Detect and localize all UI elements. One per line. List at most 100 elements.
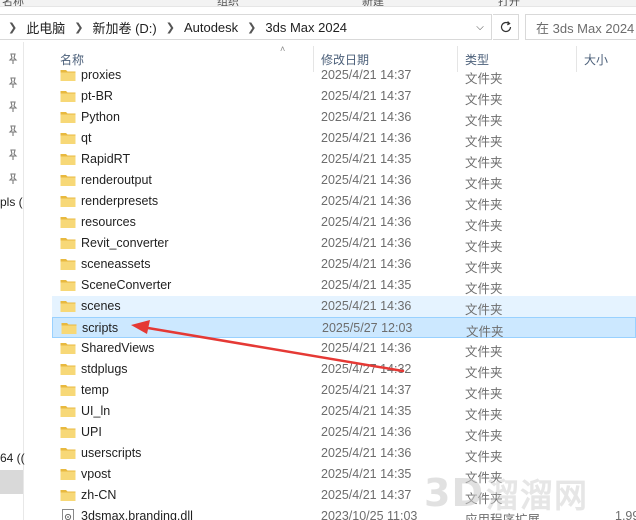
file-date: 2025/4/21 14:36 [321, 425, 412, 439]
pin-icon[interactable] [7, 173, 19, 185]
file-name[interactable]: renderpresets [81, 194, 158, 208]
file-name[interactable]: 3dsmax.branding.dll [81, 509, 193, 520]
file-row[interactable]: userscripts 2025/4/21 14:36 文件夹 [52, 443, 636, 464]
file-date: 2025/4/21 14:36 [321, 110, 412, 124]
file-row[interactable]: sceneassets 2025/4/21 14:36 文件夹 [52, 254, 636, 275]
pin-icon[interactable] [7, 149, 19, 161]
file-row[interactable]: Revit_converter 2025/4/21 14:36 文件夹 [52, 233, 636, 254]
file-name[interactable]: sceneassets [81, 257, 150, 271]
folder-icon [60, 490, 76, 501]
file-name[interactable]: scripts [82, 321, 118, 335]
file-name[interactable]: vpost [81, 467, 111, 481]
breadcrumb-autodesk[interactable]: Autodesk [184, 20, 238, 35]
file-name[interactable]: SharedViews [81, 341, 154, 355]
chevron-down-icon[interactable]: ⌵ [471, 18, 489, 36]
file-row[interactable]: qt 2025/4/21 14:36 文件夹 [52, 128, 636, 149]
file-type: 文件夹 [465, 156, 503, 170]
chevron-right-icon[interactable]: ❯ [247, 21, 256, 34]
pin-icon[interactable] [7, 101, 19, 113]
pin-icon[interactable] [7, 125, 19, 137]
refresh-button[interactable] [493, 14, 519, 40]
file-date: 2025/4/21 14:35 [321, 467, 412, 481]
folder-icon [60, 364, 76, 375]
file-row[interactable]: SharedViews 2025/4/21 14:36 文件夹 [52, 338, 636, 359]
file-name[interactable]: qt [81, 131, 91, 145]
breadcrumb-drive-d[interactable]: 新加卷 (D:) [92, 18, 156, 37]
breadcrumb-this-pc[interactable]: 此电脑 [26, 18, 65, 37]
chevron-right-icon[interactable]: ❯ [74, 21, 83, 34]
address-bar[interactable]: ❯ 此电脑 ❯ 新加卷 (D:) ❯ Autodesk ❯ 3ds Max 20… [0, 14, 492, 40]
folder-icon [60, 385, 76, 396]
file-name[interactable]: renderoutput [81, 173, 152, 187]
file-name[interactable]: SceneConverter [81, 278, 171, 292]
watermark: 3D 溜溜网 [424, 470, 636, 516]
folder-icon [60, 343, 76, 354]
file-type: 文件夹 [465, 198, 503, 212]
file-row[interactable]: proxies 2025/4/21 14:37 文件夹 [52, 65, 636, 86]
file-date: 2025/5/27 12:03 [322, 321, 413, 335]
breadcrumb-3dsmax-2024[interactable]: 3ds Max 2024 [265, 20, 347, 35]
nav-selected-item[interactable] [0, 470, 23, 494]
file-type: 文件夹 [465, 303, 503, 317]
file-row[interactable]: stdplugs 2025/4/27 14:32 文件夹 [52, 359, 636, 380]
file-name[interactable]: zh-CN [81, 488, 116, 502]
file-date: 2025/4/21 14:36 [321, 173, 412, 187]
file-row[interactable]: SceneConverter 2025/4/21 14:35 文件夹 [52, 275, 636, 296]
file-date: 2025/4/21 14:36 [321, 299, 412, 313]
file-name[interactable]: UI_ln [81, 404, 110, 418]
folder-icon [60, 175, 76, 186]
file-name[interactable]: UPI [81, 425, 102, 439]
file-type: 文件夹 [465, 135, 503, 149]
nav-item-fragment[interactable]: 64 (( [0, 451, 25, 465]
chevron-right-icon[interactable]: ❯ [8, 21, 17, 34]
folder-icon [60, 154, 76, 165]
file-type: 文件夹 [465, 114, 503, 128]
file-list[interactable]: proxies 2025/4/21 14:37 文件夹 pt-BR 2025/4/21 … [52, 64, 636, 520]
folder-icon [60, 112, 76, 123]
file-name[interactable]: stdplugs [81, 362, 128, 376]
file-name[interactable]: RapidRT [81, 152, 130, 166]
file-row[interactable]: scripts 2025/5/27 12:03 文件夹 [52, 317, 636, 339]
file-name[interactable]: resources [81, 215, 136, 229]
file-date: 2025/4/27 14:32 [321, 362, 412, 376]
file-row[interactable]: renderoutput 2025/4/21 14:36 文件夹 [52, 170, 636, 191]
pin-icon[interactable] [7, 77, 19, 89]
file-row[interactable]: pt-BR 2025/4/21 14:37 文件夹 [52, 86, 636, 107]
file-date: 2025/4/21 14:35 [321, 278, 412, 292]
file-date: 2025/4/21 14:36 [321, 341, 412, 355]
file-name[interactable]: Python [81, 110, 120, 124]
nav-item-fragment[interactable]: pls ( [0, 195, 23, 209]
file-date: 2025/4/21 14:35 [321, 152, 412, 166]
file-row[interactable]: scenes 2025/4/21 14:36 文件夹 [52, 296, 636, 317]
file-row[interactable]: temp 2025/4/21 14:37 文件夹 [52, 380, 636, 401]
watermark-logo: 3D [424, 471, 484, 515]
file-name[interactable]: Revit_converter [81, 236, 169, 250]
navigation-pane[interactable]: pls ( 64 (( [0, 42, 25, 520]
file-date: 2025/4/21 14:35 [321, 404, 412, 418]
folder-icon [60, 280, 76, 291]
chevron-right-icon[interactable]: ❯ [166, 21, 175, 34]
file-type: 文件夹 [465, 261, 503, 275]
file-name[interactable]: userscripts [81, 446, 141, 460]
file-row[interactable]: UPI 2025/4/21 14:36 文件夹 [52, 422, 636, 443]
file-date: 2025/4/21 14:36 [321, 257, 412, 271]
file-row[interactable]: renderpresets 2025/4/21 14:36 文件夹 [52, 191, 636, 212]
folder-icon [60, 448, 76, 459]
file-row[interactable]: RapidRT 2025/4/21 14:35 文件夹 [52, 149, 636, 170]
file-name[interactable]: pt-BR [81, 89, 113, 103]
file-name[interactable]: scenes [81, 299, 121, 313]
file-date: 2025/4/21 14:37 [321, 488, 412, 502]
file-row[interactable]: Python 2025/4/21 14:36 文件夹 [52, 107, 636, 128]
ribbon-fragment: 名称 [2, 0, 24, 7]
folder-icon [61, 323, 77, 334]
file-name[interactable]: temp [81, 383, 109, 397]
ribbon-fragment: 打开 [498, 0, 520, 7]
folder-icon [60, 70, 76, 81]
search-input[interactable]: 在 3ds Max 2024 中搜索 [525, 14, 636, 40]
ribbon-fragment: 新建 [362, 0, 384, 7]
file-row[interactable]: resources 2025/4/21 14:36 文件夹 [52, 212, 636, 233]
pin-icon[interactable] [7, 53, 19, 65]
file-row[interactable]: UI_ln 2025/4/21 14:35 文件夹 [52, 401, 636, 422]
watermark-text: 溜溜网 [485, 476, 588, 515]
file-name[interactable]: proxies [81, 68, 121, 82]
